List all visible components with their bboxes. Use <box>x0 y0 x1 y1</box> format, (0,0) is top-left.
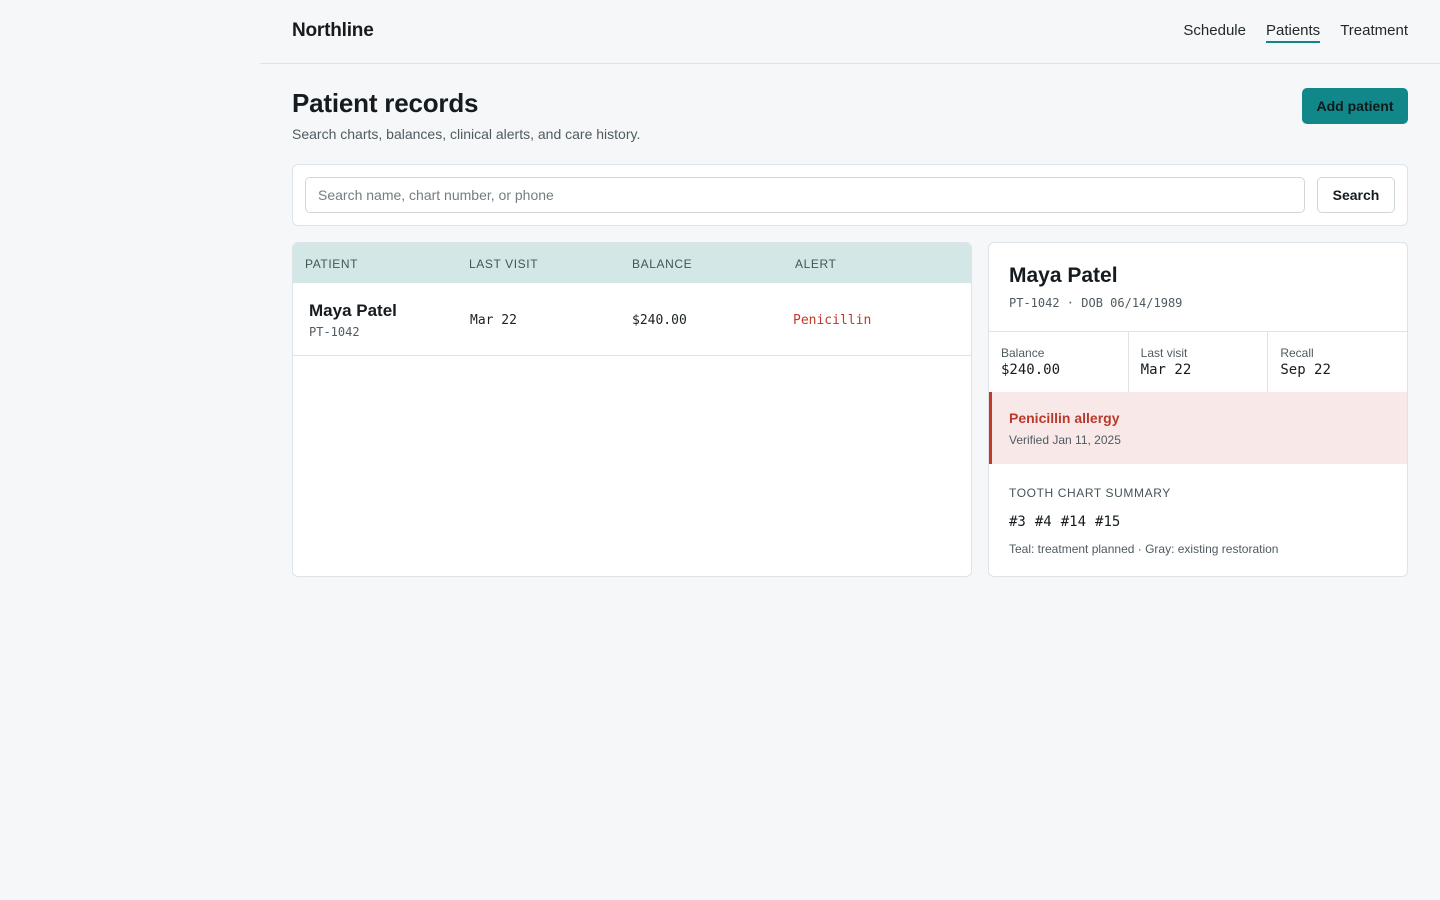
brand-logo[interactable]: Northline <box>292 20 374 42</box>
alert-title: Penicillin allergy <box>1009 410 1120 426</box>
tooth-item[interactable]: #15 <box>1095 514 1120 530</box>
detail-patient-meta: PT-1042 · DOB 06/14/1989 <box>1009 296 1183 310</box>
column-header-last-visit: LAST VISIT <box>469 257 539 271</box>
stat-value: Mar 22 <box>1140 362 1192 378</box>
nav-item-treatment[interactable]: Treatment <box>1340 21 1408 43</box>
patient-chart-id: PT-1042 <box>309 325 360 339</box>
search-input[interactable] <box>305 177 1305 213</box>
detail-stats: Balance $240.00 Last visit Mar 22 Recall… <box>989 331 1407 392</box>
stat-label: Balance <box>1001 346 1045 360</box>
search-button[interactable]: Search <box>1317 177 1395 213</box>
stat-value: Sep 22 <box>1280 362 1331 378</box>
search-card: Search <box>292 164 1408 226</box>
last-visit-cell: Mar 22 <box>470 313 517 328</box>
column-header-balance: BALANCE <box>632 257 693 271</box>
column-header-alert: ALERT <box>795 257 837 271</box>
stat-value: $240.00 <box>1001 362 1061 378</box>
nav-item-patients[interactable]: Patients <box>1265 21 1321 43</box>
tooth-item[interactable]: #3 <box>1009 514 1026 530</box>
stat-balance: Balance $240.00 <box>989 332 1129 392</box>
stat-last-visit: Last visit Mar 22 <box>1129 332 1269 392</box>
tooth-list: #3 #4 #14 #15 <box>1009 514 1120 530</box>
alert-subtitle: Verified Jan 11, 2025 <box>1009 433 1121 447</box>
page-subtitle: Search charts, balances, clinical alerts… <box>292 126 641 142</box>
patient-table: PATIENT LAST VISIT BALANCE ALERT Maya Pa… <box>292 242 972 577</box>
balance-cell: $240.00 <box>632 313 687 328</box>
patient-name: Maya Patel <box>309 301 397 320</box>
add-patient-button[interactable]: Add patient <box>1302 88 1408 124</box>
patient-detail-panel: Maya Patel PT-1042 · DOB 06/14/1989 Bala… <box>988 242 1408 577</box>
table-header: PATIENT LAST VISIT BALANCE ALERT <box>293 243 971 283</box>
stat-label: Recall <box>1280 346 1314 360</box>
table-row[interactable]: Maya Patel PT-1042 Mar 22 $240.00 Penici… <box>293 283 971 356</box>
stat-label: Last visit <box>1140 346 1188 360</box>
detail-patient-name: Maya Patel <box>1009 264 1118 287</box>
nav-item-schedule[interactable]: Schedule <box>1183 21 1246 43</box>
top-bar: Northline Schedule Patients Treatment <box>260 0 1440 64</box>
main-nav: Schedule Patients Treatment <box>1183 21 1408 43</box>
alert-cell: Penicillin <box>793 313 872 328</box>
tooth-item[interactable]: #14 <box>1061 514 1086 530</box>
stat-recall: Recall Sep 22 <box>1268 332 1407 392</box>
tooth-chart-title: TOOTH CHART SUMMARY <box>1009 486 1171 500</box>
allergy-alert: Penicillin allergy Verified Jan 11, 2025 <box>989 392 1407 464</box>
page-title: Patient records <box>292 88 479 118</box>
tooth-item[interactable]: #4 <box>1035 514 1052 530</box>
column-header-patient: PATIENT <box>305 257 359 271</box>
tooth-chart-legend: Teal: treatment planned · Gray: existing… <box>1009 542 1279 556</box>
